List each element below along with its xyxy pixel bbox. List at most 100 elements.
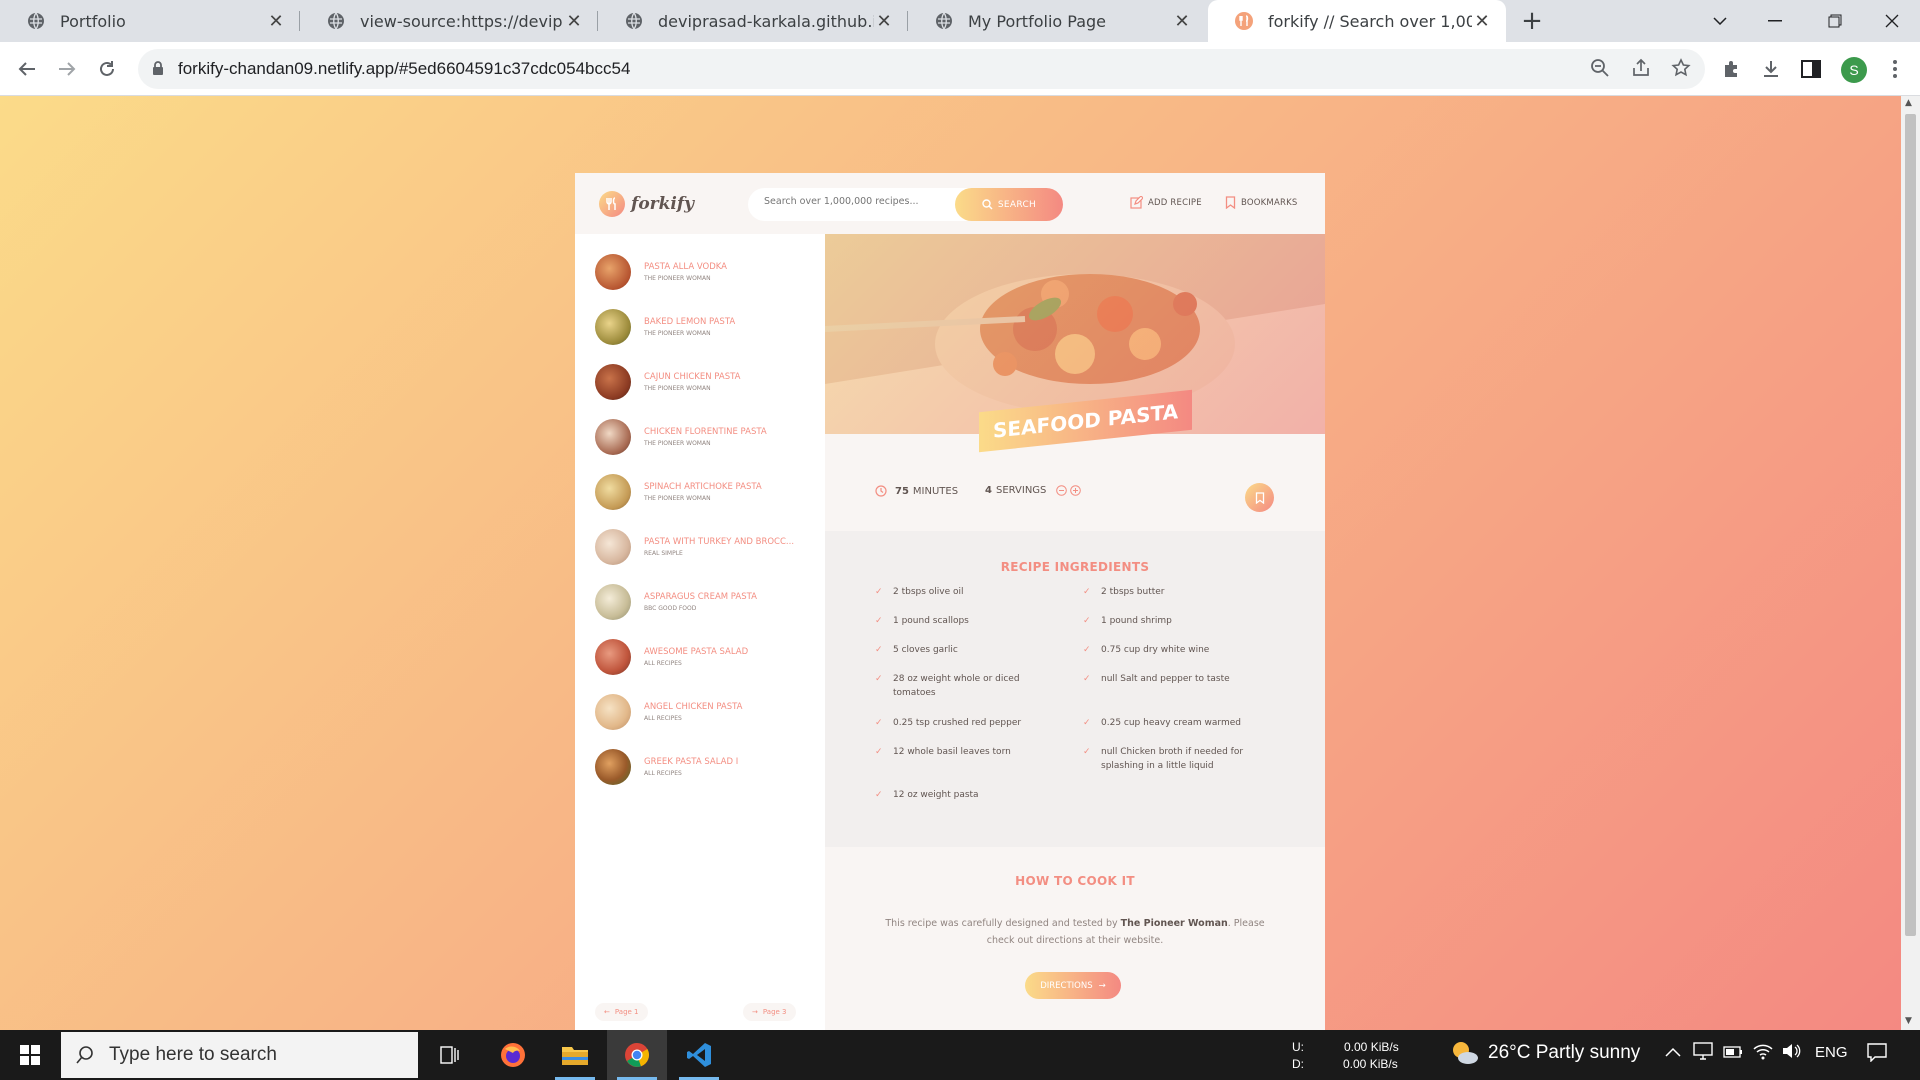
address-bar[interactable]: forkify-chandan09.netlify.app/#5ed660459…	[138, 49, 1705, 89]
chevron-up-icon[interactable]	[1665, 1044, 1681, 1061]
add-recipe-button[interactable]: ADD RECIPE	[1130, 196, 1202, 209]
ingredient-text: null Salt and pepper to taste	[1101, 674, 1230, 684]
windows-start-icon[interactable]	[0, 1030, 60, 1080]
download-icon[interactable]	[1757, 55, 1785, 83]
forward-icon[interactable]	[51, 53, 83, 85]
increase-servings-icon[interactable]	[1070, 485, 1082, 496]
scroll-down-icon[interactable]: ▼	[1905, 1016, 1912, 1026]
new-tab-button[interactable]: +	[1517, 6, 1547, 36]
forkify-favicon-icon	[1235, 12, 1253, 30]
result-item[interactable]: BAKED LEMON PASTA THE PIONEER WOMAN	[595, 299, 820, 354]
check-icon: ✓	[1083, 645, 1091, 655]
scrollbar-thumb[interactable]	[1905, 114, 1916, 936]
browser-tab-active[interactable]: forkify // Search over 1,000,000 ✕	[1208, 0, 1506, 42]
display-icon[interactable]	[1693, 1042, 1713, 1064]
reload-icon[interactable]	[91, 53, 123, 85]
browser-tab[interactable]: deviprasad-karkala.github.io/Por ✕	[598, 0, 908, 42]
search-form: SEARCH	[748, 188, 1063, 221]
result-thumbnail	[595, 308, 631, 345]
bookmark-star-icon[interactable]	[1671, 58, 1691, 78]
task-view-icon[interactable]	[420, 1030, 480, 1080]
search-input[interactable]	[764, 196, 944, 207]
firefox-icon[interactable]	[483, 1030, 543, 1080]
ingredient-text: 5 cloves garlic	[893, 645, 958, 655]
close-window-button[interactable]	[1862, 0, 1920, 42]
minimize-button[interactable]	[1745, 0, 1805, 42]
side-panel-icon[interactable]	[1797, 55, 1825, 83]
result-item[interactable]: PASTA WITH TURKEY AND BROCC... REAL SIMPL…	[595, 519, 820, 574]
result-item[interactable]: ANGEL CHICKEN PASTA ALL RECIPES	[595, 684, 820, 739]
close-tab-icon[interactable]: ✕	[564, 11, 584, 32]
windows-taskbar: Type here to search U: 0.00 KiB/s D: 0.00 …	[0, 1030, 1920, 1080]
bookmarks-label: BOOKMARKS	[1241, 197, 1298, 208]
result-title: ANGEL CHICKEN PASTA	[644, 701, 743, 712]
scroll-up-icon[interactable]: ▲	[1905, 98, 1912, 108]
cook-text-pre: This recipe was carefully designed and t…	[885, 918, 1121, 929]
result-item[interactable]: SPINACH ARTICHOKE PASTA THE PIONEER WOMAN	[595, 464, 820, 519]
restore-button[interactable]	[1805, 0, 1865, 42]
bookmark-recipe-button[interactable]	[1245, 483, 1274, 512]
language-indicator[interactable]: ENG	[1815, 1044, 1848, 1061]
result-item[interactable]: PASTA ALLA VODKA THE PIONEER WOMAN	[595, 244, 820, 299]
pagination-prev-button[interactable]: ← Page 1	[595, 1003, 648, 1021]
result-thumbnail	[595, 363, 631, 400]
result-item[interactable]: GREEK PASTA SALAD I ALL RECIPES	[595, 739, 820, 794]
browser-tab[interactable]: view-source:https://deviprasad-k ✕	[300, 0, 598, 42]
browser-tab[interactable]: My Portfolio Page ✕	[908, 0, 1206, 42]
vscode-icon[interactable]	[669, 1030, 729, 1080]
result-thumbnail	[595, 418, 631, 455]
forkify-logo[interactable]: forkify	[599, 191, 694, 217]
cooking-time: 75 MINUTES	[875, 485, 958, 497]
extensions-icon[interactable]	[1717, 55, 1745, 83]
ingredient-item: ✓ 5 cloves garlic	[875, 643, 1045, 657]
notification-icon[interactable]	[1867, 1042, 1887, 1066]
pagination-prev-label: Page 1	[614, 1008, 639, 1016]
result-item[interactable]: CHICKEN FLORENTINE PASTA THE PIONEER WOMA…	[595, 409, 820, 464]
chrome-icon[interactable]	[607, 1030, 667, 1080]
share-icon[interactable]	[1631, 58, 1651, 78]
weather-widget[interactable]: 26°C Partly sunny	[1450, 1040, 1640, 1066]
url-text[interactable]: forkify-chandan09.netlify.app/#5ed660459…	[178, 59, 630, 79]
ingredient-item: ✓ 2 tbsps olive oil	[875, 585, 1045, 599]
search-button-label: SEARCH	[997, 199, 1037, 210]
result-thumbnail	[595, 253, 631, 290]
search-icon	[982, 199, 993, 210]
decrease-servings-icon[interactable]	[1056, 485, 1068, 496]
directions-button[interactable]: DIRECTIONS →	[1025, 972, 1121, 999]
close-tab-icon[interactable]: ✕	[874, 11, 894, 32]
zoom-out-icon[interactable]	[1590, 58, 1610, 78]
ingredient-text: 1 pound shrimp	[1101, 616, 1172, 626]
wifi-icon[interactable]	[1753, 1042, 1773, 1064]
ingredient-text: null Chicken broth if needed for splashi…	[1101, 747, 1244, 771]
bookmarks-button[interactable]: BOOKMARKS	[1225, 196, 1297, 209]
pagination-next-button[interactable]: → Page 3	[743, 1003, 796, 1021]
search-button[interactable]: SEARCH	[955, 188, 1063, 221]
tab-search-icon[interactable]	[1690, 0, 1750, 42]
profile-avatar[interactable]: S	[1841, 57, 1867, 83]
result-thumbnail	[595, 748, 631, 785]
taskbar-search[interactable]: Type here to search	[61, 1032, 418, 1078]
close-tab-icon[interactable]: ✕	[1472, 11, 1492, 32]
volume-icon[interactable]	[1781, 1042, 1801, 1064]
ingredient-text: 0.25 cup heavy cream warmed	[1101, 718, 1241, 728]
globe-icon	[28, 12, 44, 30]
page-scrollbar[interactable]: ▲ ▼	[1901, 96, 1920, 1030]
browser-tab[interactable]: Portfolio ✕	[0, 0, 300, 42]
result-item[interactable]: CAJUN CHICKEN PASTA THE PIONEER WOMAN	[595, 354, 820, 409]
check-icon: ✓	[875, 674, 883, 684]
logo-text: forkify	[631, 194, 695, 214]
close-tab-icon[interactable]: ✕	[1172, 11, 1192, 32]
ingredient-item: ✓ 2 tbsps butter	[1083, 585, 1253, 599]
close-tab-icon[interactable]: ✕	[266, 11, 286, 32]
result-item[interactable]: AWESOME PASTA SALAD ALL RECIPES	[595, 629, 820, 684]
ingredient-item: ✓ 12 whole basil leaves torn	[875, 745, 1045, 759]
check-icon: ✓	[875, 645, 883, 655]
result-item[interactable]: ASPARAGUS CREAM PASTA BBC GOOD FOOD	[595, 574, 820, 629]
back-icon[interactable]	[11, 53, 43, 85]
ingredient-text: 28 oz weight whole or diced tomatoes	[893, 674, 1020, 698]
page-background: forkify SEARCH ADD RECIPE BOOKMARKS	[0, 96, 1901, 1030]
battery-icon[interactable]	[1723, 1045, 1743, 1062]
menu-icon[interactable]	[1881, 55, 1909, 83]
check-icon: ✓	[1083, 718, 1091, 728]
file-explorer-icon[interactable]	[545, 1030, 605, 1080]
